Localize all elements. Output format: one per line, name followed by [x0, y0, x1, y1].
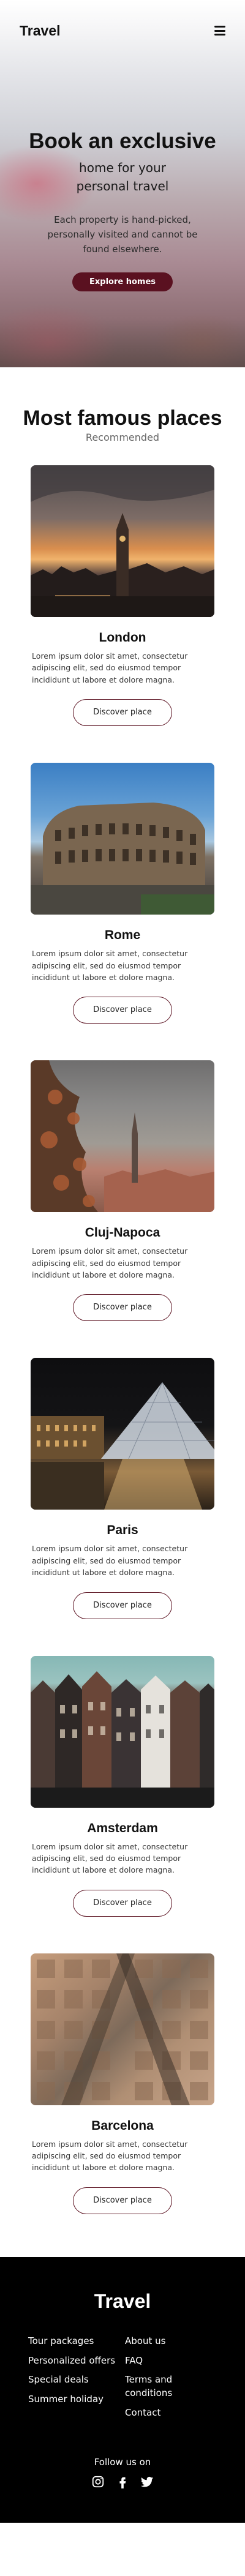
footer-links: Tour packages Personalized offers Specia… [0, 2335, 245, 2426]
amsterdam-image [31, 1655, 214, 1808]
place-card-cluj-napoca: Cluj-Napoca Lorem ipsum dolor sit amet, … [31, 1060, 214, 1322]
follow-us-label: Follow us on [94, 2456, 151, 2468]
cluj-napoca-image [31, 1060, 214, 1213]
footer-link-terms[interactable]: Terms and conditions [125, 2373, 217, 2400]
place-description: Lorem ipsum dolor sit amet, consectetur … [32, 651, 188, 684]
social-links [0, 2475, 245, 2488]
footer: Travel Tour packages Personalized offers… [0, 2256, 245, 2523]
place-name: London [99, 631, 146, 645]
places-section: Most famous places Recommended London Lo… [0, 367, 245, 2214]
footer-link-faq[interactable]: FAQ [125, 2354, 217, 2368]
facebook-icon[interactable] [116, 2475, 129, 2488]
place-card-barcelona: Barcelona Lorem ipsum dolor sit amet, co… [31, 1953, 214, 2214]
navbar: Travel [0, 0, 245, 61]
footer-link-tour-packages[interactable]: Tour packages [28, 2335, 120, 2348]
place-description: Lorem ipsum dolor sit amet, consectetur … [32, 1841, 188, 1875]
places-title: Most famous places [23, 406, 222, 430]
london-image [31, 465, 214, 617]
place-card-london: London Lorem ipsum dolor sit amet, conse… [31, 465, 214, 727]
place-name: Paris [107, 1523, 138, 1538]
place-description: Lorem ipsum dolor sit amet, consectetur … [32, 1246, 188, 1279]
footer-link-contact[interactable]: Contact [125, 2406, 217, 2420]
twitter-icon[interactable] [140, 2475, 154, 2488]
explore-homes-button[interactable]: Explore homes [72, 272, 173, 291]
hero-title: Book an exclusive [29, 129, 216, 153]
hero-section: Travel Book an exclusive home for your p… [0, 0, 245, 367]
place-description: Lorem ipsum dolor sit amet, consectetur … [32, 2139, 188, 2173]
footer-link-summer-holiday[interactable]: Summer holiday [28, 2393, 120, 2406]
discover-place-button[interactable]: Discover place [73, 1294, 172, 1322]
discover-place-button[interactable]: Discover place [73, 1889, 172, 1917]
discover-place-button[interactable]: Discover place [73, 997, 172, 1024]
discover-place-button[interactable]: Discover place [73, 1592, 172, 1619]
places-subtitle: Recommended [85, 432, 160, 443]
discover-place-button[interactable]: Discover place [73, 699, 172, 727]
place-card-rome: Rome Lorem ipsum dolor sit amet, consect… [31, 763, 214, 1024]
footer-link-special-deals[interactable]: Special deals [28, 2373, 120, 2387]
place-name: Amsterdam [87, 1821, 158, 1835]
place-name: Barcelona [91, 2118, 154, 2133]
place-name: Rome [104, 928, 141, 943]
hamburger-menu-icon[interactable] [214, 26, 225, 36]
footer-column-right: About us FAQ Terms and conditions Contac… [125, 2335, 217, 2426]
hero-content: Book an exclusive home for your personal… [0, 61, 245, 291]
footer-column-left: Tour packages Personalized offers Specia… [28, 2335, 120, 2426]
footer-link-about-us[interactable]: About us [125, 2335, 217, 2348]
place-description: Lorem ipsum dolor sit amet, consectetur … [32, 1544, 188, 1578]
place-card-amsterdam: Amsterdam Lorem ipsum dolor sit amet, co… [31, 1655, 214, 1917]
instagram-icon[interactable] [91, 2475, 105, 2488]
footer-link-personalized-offers[interactable]: Personalized offers [28, 2354, 120, 2368]
hero-subtitle: home for your personal travel [76, 160, 169, 193]
site-logo[interactable]: Travel [20, 23, 61, 39]
discover-place-button[interactable]: Discover place [73, 2187, 172, 2214]
paris-image [31, 1358, 214, 1510]
place-description: Lorem ipsum dolor sit amet, consectetur … [32, 949, 188, 982]
rome-image [31, 763, 214, 915]
place-list: London Lorem ipsum dolor sit amet, conse… [0, 465, 245, 2214]
footer-logo[interactable]: Travel [0, 2290, 245, 2313]
barcelona-image [31, 1953, 214, 2105]
place-name: Cluj-Napoca [85, 1226, 160, 1240]
place-card-paris: Paris Lorem ipsum dolor sit amet, consec… [31, 1358, 214, 1619]
hero-description: Each property is hand-picked, personally… [47, 214, 198, 255]
